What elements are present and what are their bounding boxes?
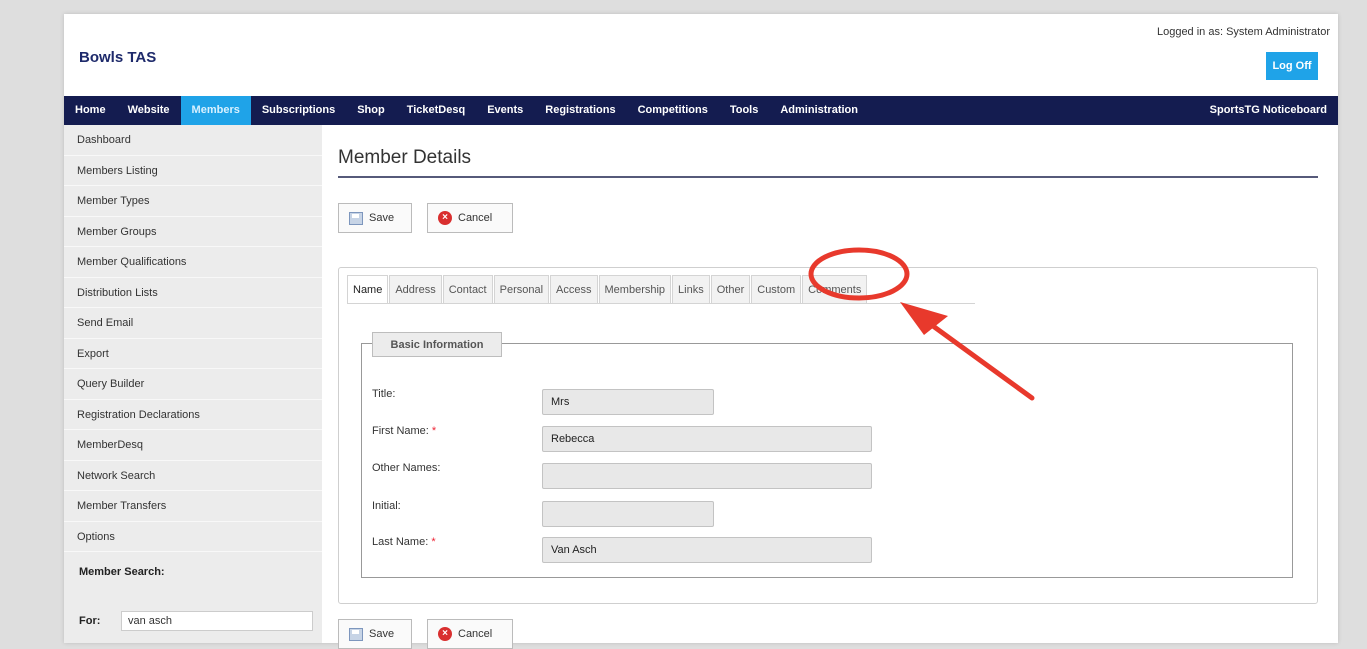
tab-membership[interactable]: Membership: [598, 275, 672, 304]
first-name-label-text: First Name:: [372, 425, 429, 437]
sidebar-item-member-qualifications[interactable]: Member Qualifications: [64, 247, 322, 278]
sidebar-item-query-builder[interactable]: Query Builder: [64, 369, 322, 400]
nav-shop[interactable]: Shop: [346, 96, 396, 125]
site-brand: Bowls TAS: [79, 49, 157, 66]
other-names-input[interactable]: [542, 463, 872, 489]
main-content: Member Details Save × Cancel Name Addres…: [338, 125, 1318, 649]
sidebar-item-distribution-lists[interactable]: Distribution Lists: [64, 278, 322, 308]
nav-ticketdesq[interactable]: TicketDesq: [396, 96, 477, 125]
logged-in-status: Logged in as: System Administrator: [1156, 26, 1330, 38]
member-tabs-panel: Name Address Contact Personal Access Mem…: [338, 267, 1318, 604]
tab-strip: Name Address Contact Personal Access Mem…: [347, 275, 868, 304]
nav-home[interactable]: Home: [64, 96, 117, 125]
title-divider: [338, 176, 1318, 178]
sidebar-item-dashboard[interactable]: Dashboard: [64, 125, 322, 156]
sidebar-item-options[interactable]: Options: [64, 522, 322, 552]
member-search-input[interactable]: [121, 611, 313, 631]
sidebar-item-memberdesq[interactable]: MemberDesq: [64, 430, 322, 461]
tab-underline: [347, 303, 975, 304]
initial-label: Initial:: [372, 500, 401, 512]
title-label: Title:: [372, 388, 396, 400]
sidebar-item-members-listing[interactable]: Members Listing: [64, 156, 322, 186]
cancel-button-bottom[interactable]: × Cancel: [427, 619, 513, 649]
tab-personal[interactable]: Personal: [493, 275, 550, 304]
tab-address[interactable]: Address: [389, 275, 442, 304]
tab-links[interactable]: Links: [672, 275, 710, 304]
sidebar-item-send-email[interactable]: Send Email: [64, 308, 322, 339]
save-button-label: Save: [369, 212, 395, 224]
basic-information-fieldset: Basic Information Title: First Name: * O…: [361, 332, 1293, 578]
nav-registrations[interactable]: Registrations: [534, 96, 626, 125]
tab-contact[interactable]: Contact: [442, 275, 493, 304]
first-name-label: First Name: *: [372, 425, 436, 437]
fieldset-legend: Basic Information: [372, 332, 502, 357]
sidebar-item-export[interactable]: Export: [64, 339, 322, 369]
nav-competitions[interactable]: Competitions: [627, 96, 719, 125]
sidebar-item-registration-declarations[interactable]: Registration Declarations: [64, 400, 322, 430]
cancel-icon: ×: [438, 627, 452, 641]
required-marker: *: [431, 425, 437, 437]
tab-custom[interactable]: Custom: [751, 275, 802, 304]
sidebar-item-member-transfers[interactable]: Member Transfers: [64, 491, 322, 522]
tab-other[interactable]: Other: [710, 275, 751, 304]
save-button-label: Save: [369, 628, 395, 640]
nav-subscriptions[interactable]: Subscriptions: [251, 96, 346, 125]
last-name-label-text: Last Name:: [372, 536, 429, 548]
main-navigation: Home Website Members Subscriptions Shop …: [64, 96, 1338, 125]
member-search-row: For:: [79, 611, 313, 631]
save-button-bottom[interactable]: Save: [338, 619, 412, 649]
nav-tools[interactable]: Tools: [719, 96, 770, 125]
last-name-label: Last Name: *: [372, 536, 436, 548]
app-frame: Bowls TAS Logged in as: System Administr…: [64, 14, 1338, 649]
initial-input[interactable]: [542, 501, 714, 527]
search-for-label: For:: [79, 615, 101, 627]
save-icon: [349, 627, 363, 641]
cancel-icon: ×: [438, 211, 452, 225]
tab-name[interactable]: Name: [347, 275, 389, 304]
cancel-button-label: Cancel: [458, 628, 493, 640]
first-name-input[interactable]: [542, 426, 872, 452]
save-button-top[interactable]: Save: [338, 203, 412, 233]
cancel-button-label: Cancel: [458, 212, 493, 224]
nav-members[interactable]: Members: [180, 96, 251, 125]
member-search-title: Member Search:: [79, 566, 165, 578]
nav-events[interactable]: Events: [476, 96, 534, 125]
log-off-button[interactable]: Log Off: [1266, 52, 1318, 80]
nav-noticeboard[interactable]: SportsTG Noticeboard: [1199, 96, 1338, 125]
page-title: Member Details: [338, 147, 472, 168]
required-marker: *: [431, 536, 436, 548]
cancel-button-top[interactable]: × Cancel: [427, 203, 513, 233]
sidebar-item-member-types[interactable]: Member Types: [64, 186, 322, 217]
tab-comments[interactable]: Comments: [802, 275, 868, 304]
nav-administration[interactable]: Administration: [769, 96, 869, 125]
title-input[interactable]: [542, 389, 714, 415]
last-name-input[interactable]: [542, 537, 872, 563]
other-names-label: Other Names:: [372, 462, 441, 474]
tab-access[interactable]: Access: [550, 275, 598, 304]
sidebar-item-network-search[interactable]: Network Search: [64, 461, 322, 491]
nav-website[interactable]: Website: [117, 96, 181, 125]
sidebar-item-member-groups[interactable]: Member Groups: [64, 217, 322, 247]
sidebar: Dashboard Members Listing Member Types M…: [64, 125, 322, 643]
save-icon: [349, 211, 363, 225]
